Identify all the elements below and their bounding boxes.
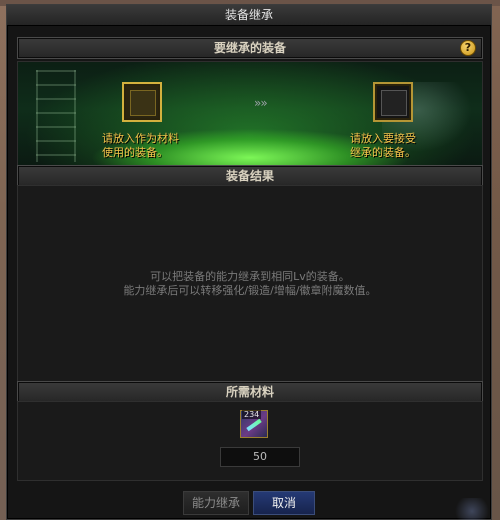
- cancel-button[interactable]: 取消: [253, 491, 315, 515]
- material-section-title: 所需材料: [225, 385, 274, 399]
- equipment-inherit-dialog: 装备继承 要继承的装备 ? »» 请放入作为材料 使用的装备。 请放入要接受 继…: [6, 4, 492, 520]
- background-character-decoration: [452, 498, 492, 520]
- material-slot-caption: 请放入作为材料 使用的装备。: [102, 132, 212, 160]
- target-slot-caption-line1: 请放入要接受: [350, 132, 416, 145]
- result-description-line2: 能力继承后可以转移强化/锻造/增幅/徽章附魔数值。: [123, 284, 377, 297]
- target-slot-caption-line2: 继承的装备。: [350, 146, 416, 159]
- material-slot-caption-line2: 使用的装备。: [102, 146, 168, 159]
- target-slot-inner: [381, 90, 407, 116]
- result-section-title: 装备结果: [225, 169, 274, 183]
- material-equipment-slot[interactable]: [122, 82, 162, 122]
- material-section-header: 所需材料: [17, 381, 483, 403]
- required-material-area: 234 50: [17, 401, 483, 481]
- ladder-decoration: [36, 70, 76, 162]
- window-title: 装备继承: [7, 5, 491, 26]
- result-area: 可以把装备的能力继承到相同Lv的装备。 能力继承后可以转移强化/锻造/增幅/徽章…: [17, 185, 483, 383]
- inherit-panel: »» 请放入作为材料 使用的装备。 请放入要接受 继承的装备。: [17, 61, 483, 167]
- transfer-arrows-icon: »»: [254, 96, 268, 110]
- result-description-line1: 可以把装备的能力继承到相同Lv的装备。: [150, 270, 350, 283]
- result-section-header: 装备结果: [17, 165, 483, 187]
- target-equipment-slot[interactable]: [373, 82, 413, 122]
- material-slot-caption-line1: 请放入作为材料: [102, 132, 179, 145]
- result-description: 可以把装备的能力继承到相同Lv的装备。 能力继承后可以转移强化/锻造/增幅/徽章…: [18, 270, 482, 298]
- material-slot-inner: [130, 90, 156, 116]
- inherit-section-title: 要继承的装备: [213, 41, 286, 55]
- inherit-section-header: 要继承的装备 ?: [17, 37, 483, 59]
- material-required-quantity: 50: [220, 447, 300, 467]
- inherit-button[interactable]: 能力继承: [183, 491, 249, 515]
- target-slot-caption: 请放入要接受 继承的装备。: [350, 132, 460, 160]
- help-icon[interactable]: ?: [460, 40, 476, 56]
- material-owned-count: 234: [242, 410, 262, 419]
- inherit-material-icon[interactable]: 234: [240, 410, 268, 438]
- gem-shard-icon: [246, 418, 262, 432]
